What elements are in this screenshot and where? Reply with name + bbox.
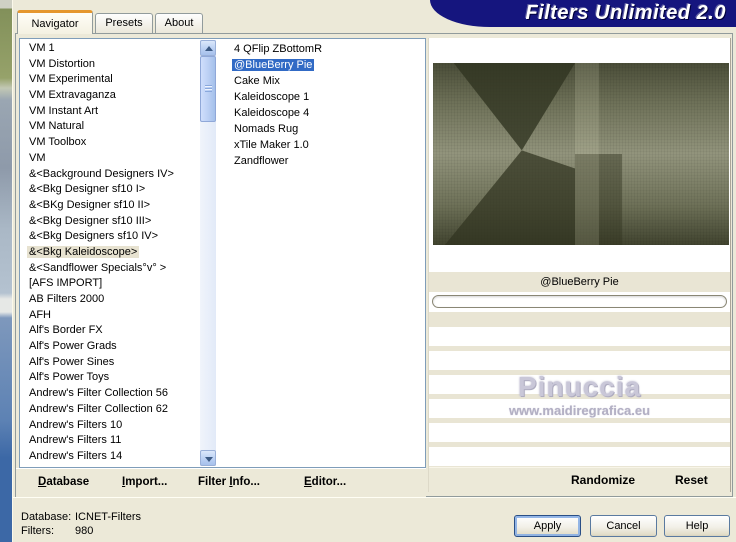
selected-filter-label: @BlueBerry Pie xyxy=(429,272,730,292)
arrow-down-icon xyxy=(205,457,213,462)
menu-item[interactable]: Import... xyxy=(122,476,167,488)
category-list-item[interactable]: VM Natural xyxy=(21,119,199,135)
scroll-down-button[interactable] xyxy=(200,450,216,466)
category-list-item[interactable]: &<Sandflower Specials°v° > xyxy=(21,261,199,277)
watermark-url: www.maidiregrafica.eu xyxy=(508,403,651,418)
preview-panel: @BlueBerry Pie Pinuccia www.maidiregrafi… xyxy=(428,38,731,493)
category-list-item[interactable]: Andrew's Filter Collection 62 xyxy=(21,402,199,418)
control-band xyxy=(429,312,730,327)
database-status-value: ICNET-Filters xyxy=(75,511,141,523)
title-banner: Filters Unlimited 2.0 xyxy=(430,0,736,27)
preview-image[interactable] xyxy=(433,63,729,245)
dialog-footer: Database: ICNET-Filters Filters: 980 App… xyxy=(13,497,736,542)
category-list-item[interactable]: VM Instant Art xyxy=(21,104,199,120)
menu-item[interactable]: Database xyxy=(38,476,89,488)
category-list-item[interactable]: VM Extravaganza xyxy=(21,88,199,104)
category-list-item[interactable]: VM Distortion xyxy=(21,57,199,73)
category-list: VM 1 VM Distortion VM Experimental VM Ex… xyxy=(21,41,199,466)
arrow-up-icon xyxy=(205,46,213,51)
category-list-item[interactable]: &<Bkg Designer sf10 III> xyxy=(21,214,199,230)
category-list-item[interactable]: Andrew's Filters 14 xyxy=(21,449,199,465)
filters-unlimited-window: Filters Unlimited 2.0 Navigator Presets … xyxy=(0,0,736,542)
category-list-item[interactable]: &<Background Designers IV> xyxy=(21,167,199,183)
category-list-item[interactable]: AFH xyxy=(21,308,199,324)
filter-list-item[interactable]: Zandflower xyxy=(222,153,422,169)
filter-list-item[interactable]: xTile Maker 1.0 xyxy=(222,137,422,153)
filter-list-item[interactable]: Cake Mix xyxy=(222,73,422,89)
tab-about[interactable]: About xyxy=(155,13,203,34)
reset-button[interactable]: Reset xyxy=(675,473,708,487)
scrollbar-thumb[interactable] xyxy=(200,56,216,122)
filter-control-slider[interactable] xyxy=(432,295,727,308)
filter-list: 4 QFlip ZBottomR @BlueBerry Pie Cake Mix… xyxy=(222,41,422,466)
filters-count-value: 980 xyxy=(75,525,94,537)
category-list-item[interactable]: Andrew's Filters 11 xyxy=(21,433,199,449)
navigator-tab-page: VM 1 VM Distortion VM Experimental VM Ex… xyxy=(15,33,733,497)
control-rows-area: Pinuccia www.maidiregrafica.eu xyxy=(429,327,730,467)
category-list-item[interactable]: VM Toolbox xyxy=(21,135,199,151)
randomize-button[interactable]: Randomize xyxy=(571,473,635,487)
category-list-item[interactable]: Alf's Power Toys xyxy=(21,370,199,386)
help-button[interactable]: Help xyxy=(664,515,730,537)
category-list-item[interactable]: &<Bkg Designer sf10 I> xyxy=(21,182,199,198)
app-title: Filters Unlimited 2.0 xyxy=(525,2,726,24)
category-list-item[interactable]: Andrew's Filter Collection 56 xyxy=(21,386,199,402)
menu-item[interactable]: Editor... xyxy=(304,476,346,488)
category-list-item[interactable]: Andrew's Filters 10 xyxy=(21,418,199,434)
category-list-item[interactable]: Alf's Border FX xyxy=(21,323,199,339)
filters-count-label: Filters: xyxy=(21,525,54,537)
category-scrollbar[interactable] xyxy=(200,40,216,466)
filter-list-item[interactable]: 4 QFlip ZBottomR xyxy=(222,41,422,57)
category-list-item[interactable]: &<BKg Designer sf10 II> xyxy=(21,198,199,214)
scroll-up-button[interactable] xyxy=(200,40,216,56)
preview-shape-band xyxy=(575,63,599,245)
category-list-item[interactable]: [AFS IMPORT] xyxy=(21,276,199,292)
filter-list-item[interactable]: Kaleidoscope 4 xyxy=(222,105,422,121)
category-list-item[interactable]: VM xyxy=(21,151,199,167)
category-list-item[interactable]: AB Filters 2000 xyxy=(21,292,199,308)
category-list-item[interactable]: &<Bkg Kaleidoscope> xyxy=(21,245,199,261)
cancel-button[interactable]: Cancel xyxy=(590,515,657,537)
category-list-item[interactable]: &<Bkg Designers sf10 IV> xyxy=(21,229,199,245)
category-list-item[interactable]: Alf's Power Grads xyxy=(21,339,199,355)
dialog-body: Filters Unlimited 2.0 Navigator Presets … xyxy=(12,0,736,542)
database-status-label: Database: xyxy=(21,511,72,523)
panel-actions-bar: Randomize Reset xyxy=(429,467,730,493)
watermark-title: Pinuccia xyxy=(517,371,642,402)
filter-list-item[interactable]: Nomads Rug xyxy=(222,121,422,137)
tab-navigator[interactable]: Navigator xyxy=(17,10,93,34)
filter-list-item[interactable]: Kaleidoscope 1 xyxy=(222,89,422,105)
tab-presets[interactable]: Presets xyxy=(95,13,153,34)
menu-item[interactable]: Filter Info... xyxy=(198,476,260,488)
desktop-background-sliver xyxy=(0,0,12,542)
category-list-item[interactable]: VM 1 xyxy=(21,41,199,57)
apply-button[interactable]: Apply xyxy=(514,515,581,537)
lists-container: VM 1 VM Distortion VM Experimental VM Ex… xyxy=(19,38,426,468)
category-list-item[interactable]: Alf's Power Sines xyxy=(21,355,199,371)
bottom-menu-bar: Database Import... Filter Info... Editor… xyxy=(16,468,426,497)
filter-list-item[interactable]: @BlueBerry Pie xyxy=(222,57,422,73)
category-list-item[interactable]: VM Experimental xyxy=(21,72,199,88)
